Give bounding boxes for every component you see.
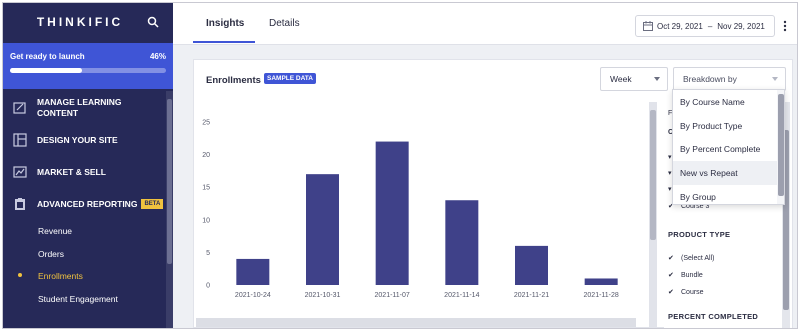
- y-tick-label: 20: [202, 152, 210, 159]
- chart-bar[interactable]: [306, 174, 339, 285]
- percent-completed-header: PERCENT COMPLETED: [668, 312, 759, 321]
- chevron-down-icon: [654, 77, 660, 81]
- tab-details[interactable]: Details: [269, 18, 300, 29]
- app-window: THINKIFIC Get ready to launch 46% MANAGE…: [2, 2, 798, 329]
- launch-progress-bar: [10, 68, 166, 73]
- enrollments-chart: 0 5 10 15 20 25 2021-10-24 2021-10-31 2021-11-07…: [196, 102, 648, 328]
- chart-bar[interactable]: [584, 278, 618, 285]
- launch-percent: 46%: [149, 52, 166, 61]
- product-type-select-all: (Select All): [681, 255, 715, 262]
- period-select[interactable]: Week: [600, 67, 668, 91]
- sidebar: THINKIFIC Get ready to launch 46% MANAGE…: [3, 3, 173, 328]
- calendar-icon: [643, 21, 653, 31]
- dropdown-scrollbar-thumb[interactable]: [778, 94, 784, 196]
- date-end: Nov 29, 2021: [717, 21, 765, 31]
- product-type-course: Course: [681, 289, 704, 296]
- chart-bar[interactable]: [445, 200, 479, 285]
- date-range-picker[interactable]: Oct 29, 2021 – Nov 29, 2021: [635, 15, 775, 37]
- launch-progress-fill: [10, 68, 82, 73]
- chart-icon: [13, 166, 27, 178]
- breakdown-dropdown-menu: By Course Name By Product Type By Percen…: [672, 89, 785, 205]
- chart-bar[interactable]: [515, 245, 548, 285]
- search-icon[interactable]: [147, 16, 159, 28]
- nav-label: MARKET & SELL: [37, 166, 106, 177]
- x-tick-label: 2021-10-24: [235, 292, 271, 299]
- card-title: Enrollments: [206, 75, 261, 86]
- checkbox-icon[interactable]: ✔: [668, 272, 675, 279]
- layout-icon: [13, 133, 27, 147]
- breakdown-select[interactable]: Breakdown by: [673, 67, 786, 91]
- y-tick-label: 0: [206, 283, 210, 290]
- launch-label: Get ready to launch: [10, 52, 85, 61]
- more-options-icon[interactable]: [779, 18, 791, 34]
- period-select-value: Week: [610, 74, 632, 84]
- x-tick-label: 2021-11-07: [375, 292, 410, 299]
- edit-icon: [13, 102, 26, 114]
- date-separator: –: [707, 21, 713, 31]
- brand-logo[interactable]: THINKIFIC: [37, 15, 123, 29]
- y-tick-label: 5: [206, 250, 210, 257]
- x-tick-label: 2021-10-31: [305, 292, 341, 299]
- subnav-enrollments[interactable]: Enrollments: [38, 271, 83, 281]
- chevron-down-icon: [772, 77, 778, 81]
- x-tick-label: 2021-11-21: [514, 292, 549, 299]
- chart-bar[interactable]: [375, 141, 409, 285]
- active-indicator-dot: [18, 273, 22, 277]
- y-tick-label: 25: [202, 120, 210, 127]
- chart-svg: 0 5 10 15 20 25 2021-10-24 2021-10-31 2021-11-07…: [202, 120, 619, 300]
- subnav-orders[interactable]: Orders: [38, 249, 64, 259]
- checkbox-icon[interactable]: ✔: [668, 255, 675, 262]
- beta-badge: BETA: [141, 199, 164, 209]
- launch-progress-card[interactable]: Get ready to launch 46%: [3, 43, 173, 89]
- subnav-revenue[interactable]: Revenue: [38, 226, 72, 236]
- menu-item-by-product-type[interactable]: By Product Type: [673, 114, 777, 138]
- chart-bar[interactable]: [236, 258, 270, 285]
- y-tick-label: 15: [202, 185, 210, 192]
- nav-label: DESIGN YOUR SITE: [37, 134, 118, 145]
- nav-manage-learning-content[interactable]: MANAGE LEARNING CONTENT: [3, 97, 165, 119]
- nav-advanced-reporting[interactable]: ADVANCED REPORTING BETA: [3, 197, 165, 211]
- chart-horizontal-scrollbar[interactable]: [196, 318, 636, 327]
- chart-vertical-scrollbar-thumb[interactable]: [650, 110, 656, 240]
- nav-design-your-site[interactable]: DESIGN YOUR SITE: [3, 133, 165, 147]
- active-tab-underline: [193, 41, 255, 43]
- menu-item-new-vs-repeat[interactable]: New vs Repeat: [673, 161, 777, 185]
- menu-item-by-group[interactable]: By Group: [673, 185, 777, 204]
- nav-label: ADVANCED REPORTING: [37, 198, 138, 209]
- y-tick-label: 10: [202, 217, 210, 224]
- product-type-header: PRODUCT TYPE: [668, 230, 731, 239]
- menu-item-by-percent-complete[interactable]: By Percent Complete: [673, 137, 777, 161]
- tab-insights[interactable]: Insights: [206, 18, 244, 29]
- nav-label: MANAGE LEARNING CONTENT: [37, 97, 122, 118]
- checkbox-icon[interactable]: ✔: [668, 289, 675, 296]
- breakdown-select-value: Breakdown by: [683, 74, 737, 84]
- menu-item-by-course-name[interactable]: By Course Name: [673, 90, 777, 114]
- subnav-student-engagement[interactable]: Student Engagement: [38, 294, 118, 304]
- x-tick-label: 2021-11-28: [584, 292, 619, 299]
- product-type-bundle: Bundle: [681, 272, 703, 279]
- clipboard-icon: [15, 198, 25, 210]
- x-tick-label: 2021-11-14: [444, 292, 479, 299]
- date-start: Oct 29, 2021: [657, 21, 703, 31]
- sample-data-badge: SAMPLE DATA: [264, 73, 316, 84]
- nav-market-and-sell[interactable]: MARKET & SELL: [3, 165, 165, 179]
- top-bar: Insights Details Oct 29, 2021 – Nov 29, …: [173, 3, 797, 45]
- sidebar-scrollbar-thumb[interactable]: [167, 99, 172, 264]
